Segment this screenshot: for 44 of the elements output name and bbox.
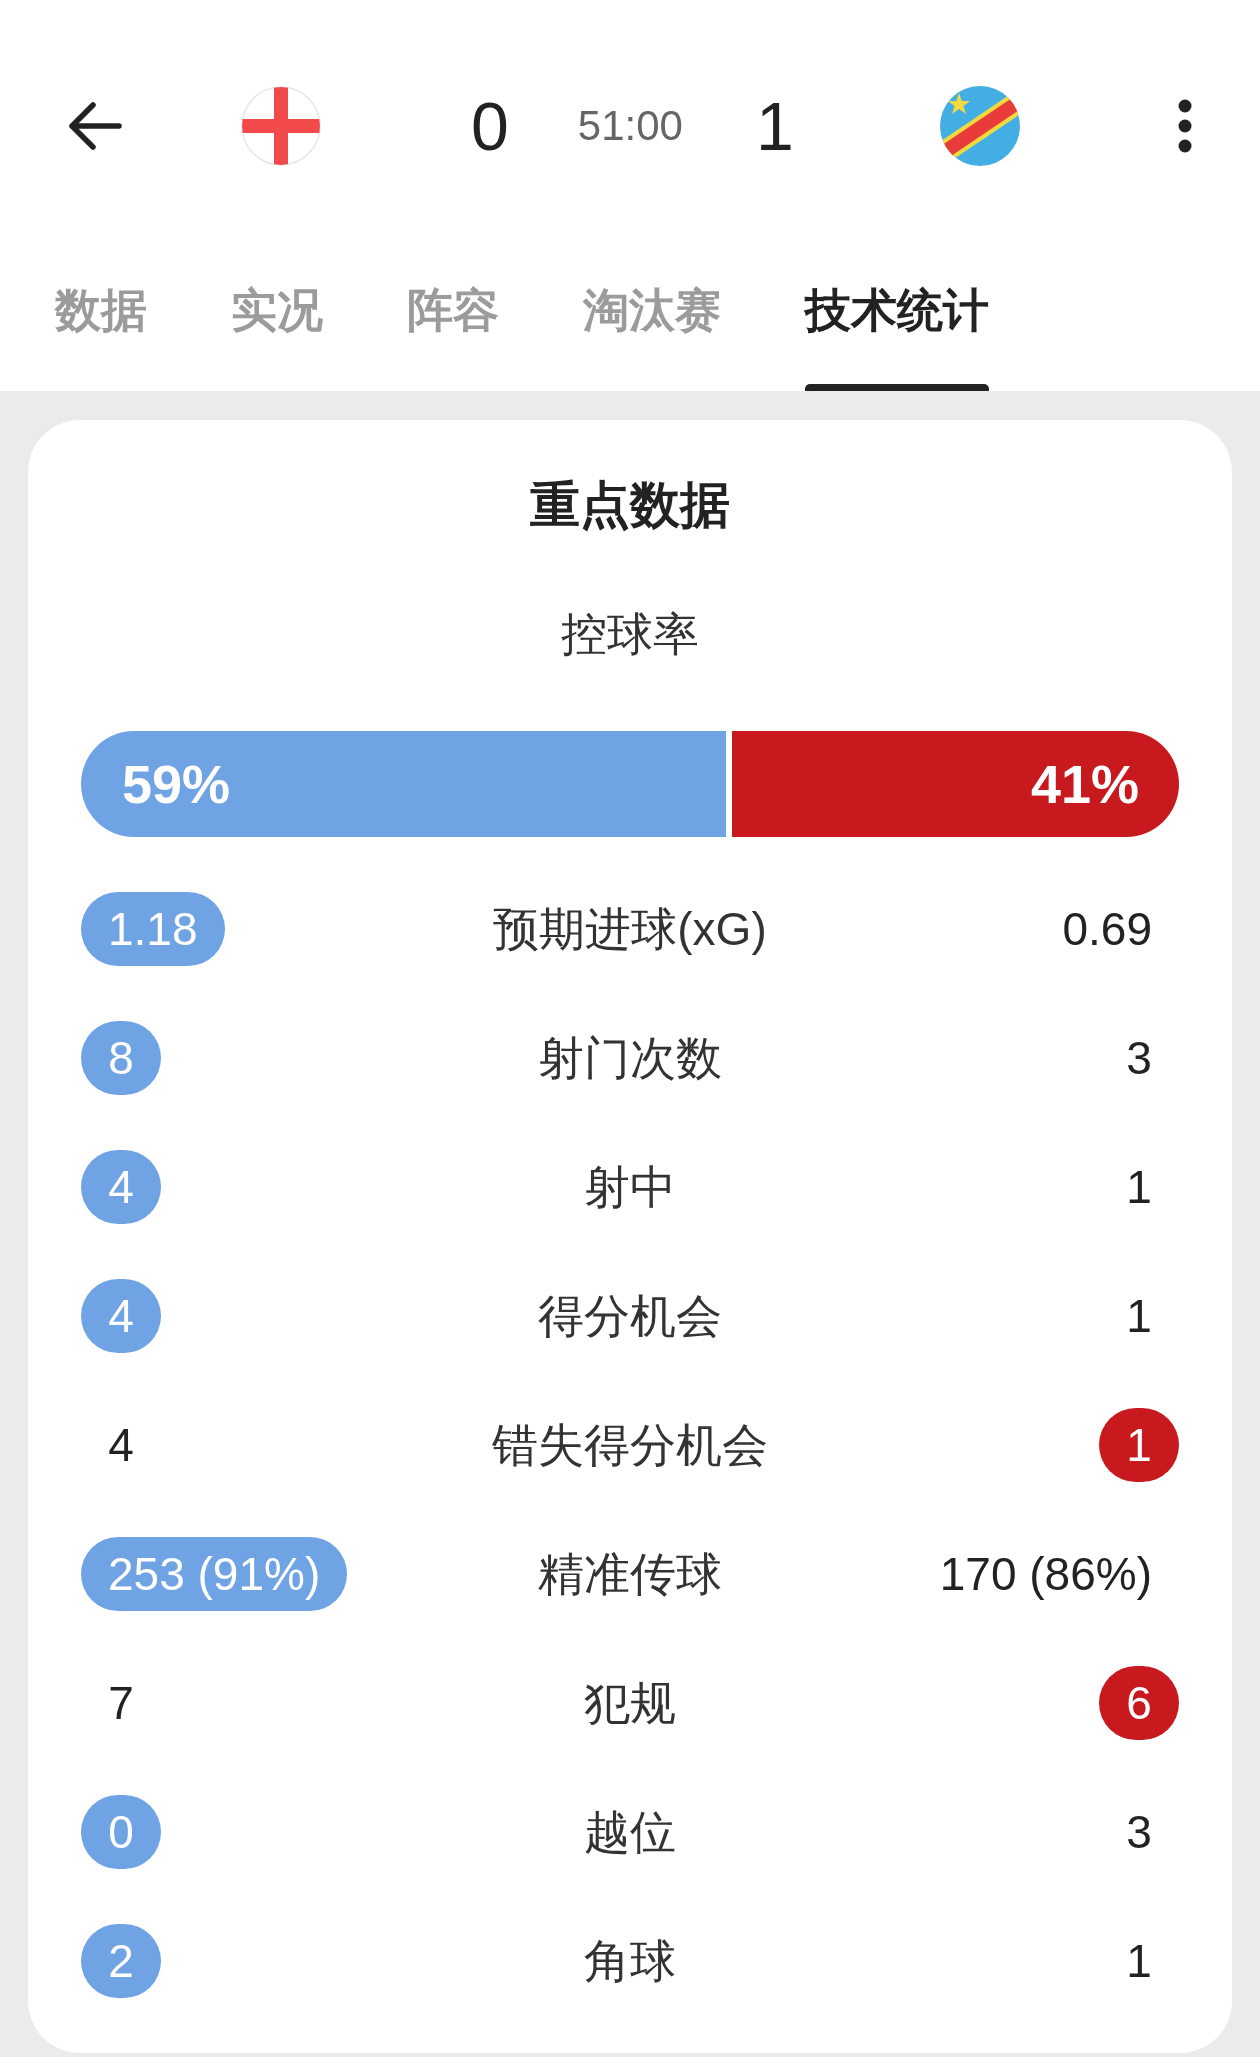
more-options-icon [1177,99,1192,153]
home-score: 0 [471,92,509,160]
stat-label: 错失得分机会 [492,1417,768,1473]
stat-label: 预期进球(xG) [493,901,767,957]
away-stat-value: 3 [1125,1030,1153,1086]
away-stat-value: 0.69 [1061,901,1153,957]
match-clock: 51:00 [577,105,683,147]
back-button[interactable] [68,101,122,151]
tab[interactable]: 数据 [55,252,147,391]
home-team-flag-icon [241,86,321,166]
stat-label: 得分机会 [538,1288,722,1344]
stat-label: 越位 [584,1804,676,1860]
home-stat-value: 4 [81,1278,161,1353]
home-stat-value: 2 [81,1923,161,1998]
away-stat-value: 1 [1125,1159,1153,1215]
away-stat-value: 170 (86%) [938,1546,1153,1602]
stat-label: 角球 [584,1933,676,1989]
home-stat-value: 0 [81,1794,161,1869]
away-stat-value: 1 [1125,1933,1153,1989]
tab[interactable]: 淘汰赛 [583,252,721,391]
possession-label: 控球率 [561,607,699,662]
tab[interactable]: 阵容 [407,252,499,391]
back-arrow-icon [68,101,122,151]
tab[interactable]: 技术统计 [805,252,989,391]
stat-label: 精准传球 [538,1546,722,1602]
away-stat-value: 1 [1099,1407,1179,1482]
home-possession-value: 59% [122,757,231,811]
away-stat-value: 3 [1125,1804,1153,1860]
tab[interactable]: 实况 [231,252,323,391]
away-stat-value: 1 [1125,1288,1153,1344]
home-stat-value: 4 [107,1417,135,1473]
away-score: 1 [755,92,794,160]
stat-label: 射中 [584,1159,676,1215]
stat-label: 射门次数 [538,1030,722,1086]
home-stat-value: 7 [107,1675,135,1731]
more-menu-button[interactable] [1177,99,1192,153]
away-possession-value: 41% [1030,757,1139,811]
home-stat-value: 253 (91%) [81,1536,348,1611]
away-stat-value: 6 [1099,1665,1179,1740]
home-stat-value: 1.18 [81,891,225,966]
home-stat-value: 4 [81,1149,161,1224]
stat-label: 犯规 [584,1675,676,1731]
home-stat-value: 8 [81,1020,161,1095]
card-title: 重点数据 [530,476,730,535]
